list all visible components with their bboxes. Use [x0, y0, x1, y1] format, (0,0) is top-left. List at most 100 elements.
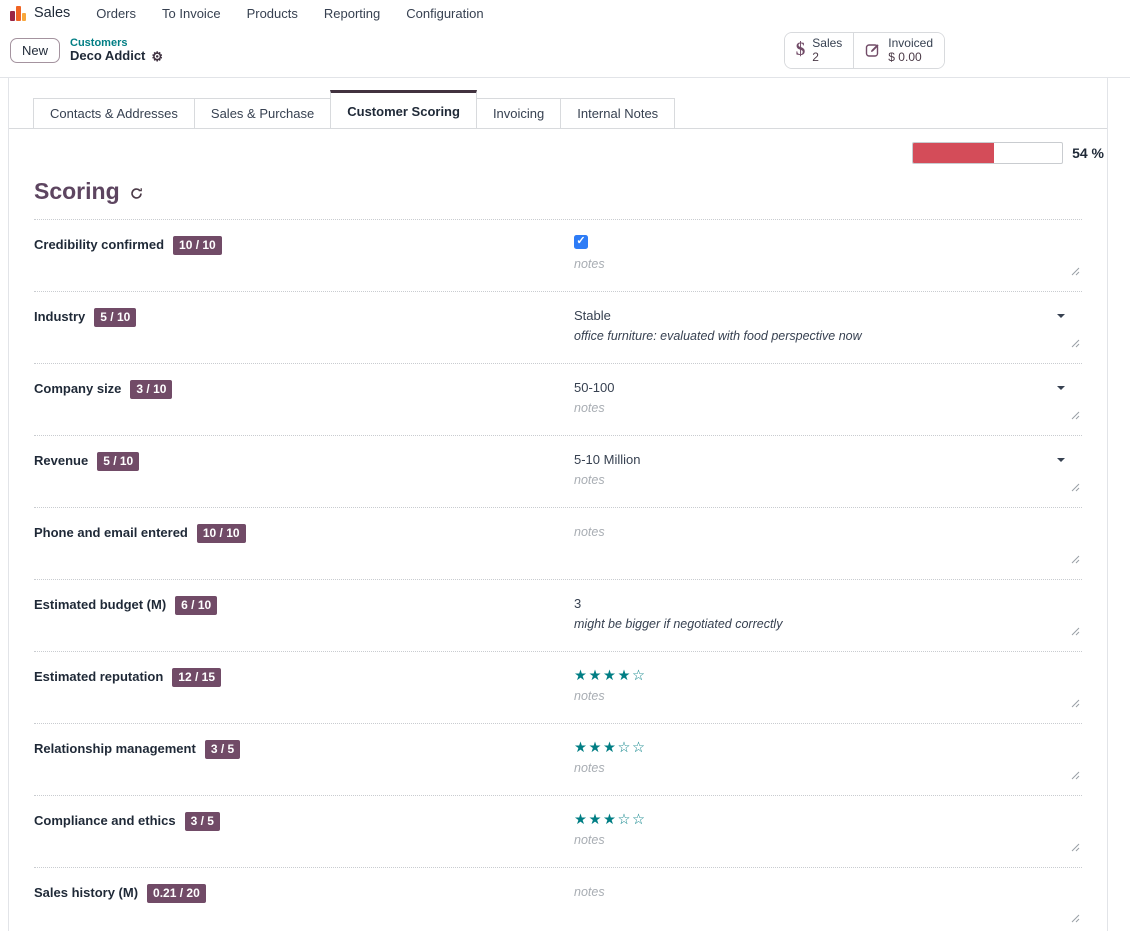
nav-item-products[interactable]: Products [247, 6, 298, 21]
scoring-row: Credibility confirmed 10 / 10 ✓ notes [34, 219, 1082, 291]
scoring-row: Industry 5 / 10 Stable office furniture: ev… [34, 291, 1082, 363]
resize-grip[interactable] [1071, 768, 1080, 783]
notes-textarea[interactable]: notes [574, 831, 1068, 849]
select-value[interactable]: Stable [574, 308, 611, 323]
criterion-label: Relationship management [34, 740, 196, 758]
notes-textarea[interactable]: might be bigger if negotiated correctly [574, 615, 1068, 633]
resize-grip[interactable] [1071, 552, 1080, 567]
scoring-row: Phone and email entered 10 / 10 notes [34, 507, 1082, 579]
gear-icon[interactable]: ⚙ [151, 50, 163, 63]
stat-label: Invoiced [888, 36, 933, 50]
resize-grip[interactable] [1071, 408, 1080, 423]
stat-value: 2 [812, 50, 842, 64]
scoring-row: Sales history (M) 0.21 / 20 notes [34, 867, 1082, 933]
notes-textarea[interactable]: notes [574, 399, 1068, 417]
top-nav: Sales Orders To Invoice Products Reporting C… [0, 0, 1130, 26]
tab-internal-notes[interactable]: Internal Notes [560, 98, 675, 128]
score-badge: 10 / 10 [197, 524, 246, 543]
notes-textarea[interactable]: office furniture: evaluated with food pe… [574, 327, 1068, 345]
check-icon: ✓ [576, 236, 585, 247]
dollar-icon: $ [796, 39, 806, 61]
score-badge: 3 / 10 [130, 380, 172, 399]
criterion-label: Estimated reputation [34, 668, 163, 686]
resize-grip[interactable] [1071, 480, 1080, 495]
record-title: Deco Addict [70, 49, 145, 64]
score-progress-label: 54 % [1072, 145, 1104, 161]
breadcrumb-current: Deco Addict ⚙ [70, 49, 163, 64]
tab-sales-purchase[interactable]: Sales & Purchase [194, 98, 331, 128]
score-badge: 10 / 10 [173, 236, 222, 255]
score-progress-bar [912, 142, 1063, 164]
resize-grip[interactable] [1071, 911, 1080, 926]
tab-invoicing[interactable]: Invoicing [476, 98, 561, 128]
stat-button-invoiced[interactable]: Invoiced$ 0.00 [853, 33, 944, 68]
score-progress-row: 54 % [9, 129, 1107, 164]
criterion-label: Compliance and ethics [34, 812, 176, 830]
tab-customer-scoring[interactable]: Customer Scoring [330, 90, 477, 128]
form-sheet: Contacts & AddressesSales & PurchaseCust… [8, 78, 1108, 931]
resize-grip[interactable] [1071, 624, 1080, 639]
scoring-rows: Credibility confirmed 10 / 10 ✓ notes Indust… [34, 219, 1082, 933]
refresh-icon[interactable] [130, 187, 143, 200]
notes-textarea[interactable]: notes [574, 523, 1068, 541]
scoring-title: Scoring [34, 178, 120, 205]
resize-grip[interactable] [1071, 840, 1080, 855]
edit-icon [865, 42, 881, 58]
criterion-label: Phone and email entered [34, 524, 188, 542]
select-value[interactable]: 50-100 [574, 380, 614, 395]
breadcrumb: Customers Deco Addict ⚙ [70, 37, 163, 65]
notebook-tabs: Contacts & AddressesSales & PurchaseCust… [9, 78, 1107, 129]
scoring-header: Scoring [9, 164, 1107, 219]
score-badge: 5 / 10 [97, 452, 139, 471]
nav-item-reporting[interactable]: Reporting [324, 6, 380, 21]
criterion-label: Company size [34, 380, 121, 398]
resize-grip[interactable] [1071, 336, 1080, 351]
criterion-label: Revenue [34, 452, 88, 470]
scoring-row: Compliance and ethics 3 / 5 ★★★☆☆ notes [34, 795, 1082, 867]
notes-textarea[interactable]: notes [574, 759, 1068, 777]
stat-button-group: $ Sales2 Invoiced$ 0.00 [784, 32, 945, 69]
stat-button-sales[interactable]: $ Sales2 [785, 33, 854, 68]
text-value[interactable]: 3 [574, 596, 581, 611]
app-brand[interactable]: Sales [10, 5, 70, 21]
scoring-row: Company size 3 / 10 50-100 notes [34, 363, 1082, 435]
criterion-label: Sales history (M) [34, 884, 138, 902]
score-badge: 5 / 10 [94, 308, 136, 327]
stat-label: Sales [812, 36, 842, 50]
score-progress-fill [913, 143, 993, 163]
score-badge: 3 / 5 [185, 812, 220, 831]
resize-grip[interactable] [1071, 264, 1080, 279]
scoring-row: Estimated reputation 12 / 15 ★★★★☆ notes [34, 651, 1082, 723]
score-badge: 0.21 / 20 [147, 884, 206, 903]
odoo-logo-icon [10, 5, 26, 21]
new-button[interactable]: New [10, 38, 60, 63]
nav-item-configuration[interactable]: Configuration [406, 6, 483, 21]
control-panel: New Customers Deco Addict ⚙ $ Sales2 Invoi… [0, 26, 1130, 77]
notes-textarea[interactable]: notes [574, 255, 1068, 273]
select-value[interactable]: 5-10 Million [574, 452, 640, 467]
criterion-label: Credibility confirmed [34, 236, 164, 254]
notes-textarea[interactable]: notes [574, 687, 1068, 705]
chevron-down-icon[interactable] [1057, 314, 1065, 318]
score-badge: 6 / 10 [175, 596, 217, 615]
star-rating[interactable]: ★★★★☆ [574, 668, 647, 684]
app-name[interactable]: Sales [34, 5, 70, 21]
resize-grip[interactable] [1071, 696, 1080, 711]
chevron-down-icon[interactable] [1057, 386, 1065, 390]
nav-menu: Orders To Invoice Products Reporting Configu… [96, 6, 483, 21]
star-rating[interactable]: ★★★☆☆ [574, 812, 647, 828]
star-rating[interactable]: ★★★☆☆ [574, 740, 647, 756]
scoring-row: Revenue 5 / 10 5-10 Million notes [34, 435, 1082, 507]
chevron-down-icon[interactable] [1057, 458, 1065, 462]
stat-value: $ 0.00 [888, 50, 933, 64]
nav-item-to-invoice[interactable]: To Invoice [162, 6, 221, 21]
score-badge: 12 / 15 [172, 668, 221, 687]
score-badge: 3 / 5 [205, 740, 240, 759]
criterion-label: Industry [34, 308, 85, 326]
notes-textarea[interactable]: notes [574, 471, 1068, 489]
notes-textarea[interactable]: notes [574, 883, 1068, 901]
scoring-row: Relationship management 3 / 5 ★★★☆☆ notes [34, 723, 1082, 795]
checkbox-checked[interactable]: ✓ [574, 235, 588, 249]
tab-contacts-addresses[interactable]: Contacts & Addresses [33, 98, 195, 128]
nav-item-orders[interactable]: Orders [96, 6, 136, 21]
